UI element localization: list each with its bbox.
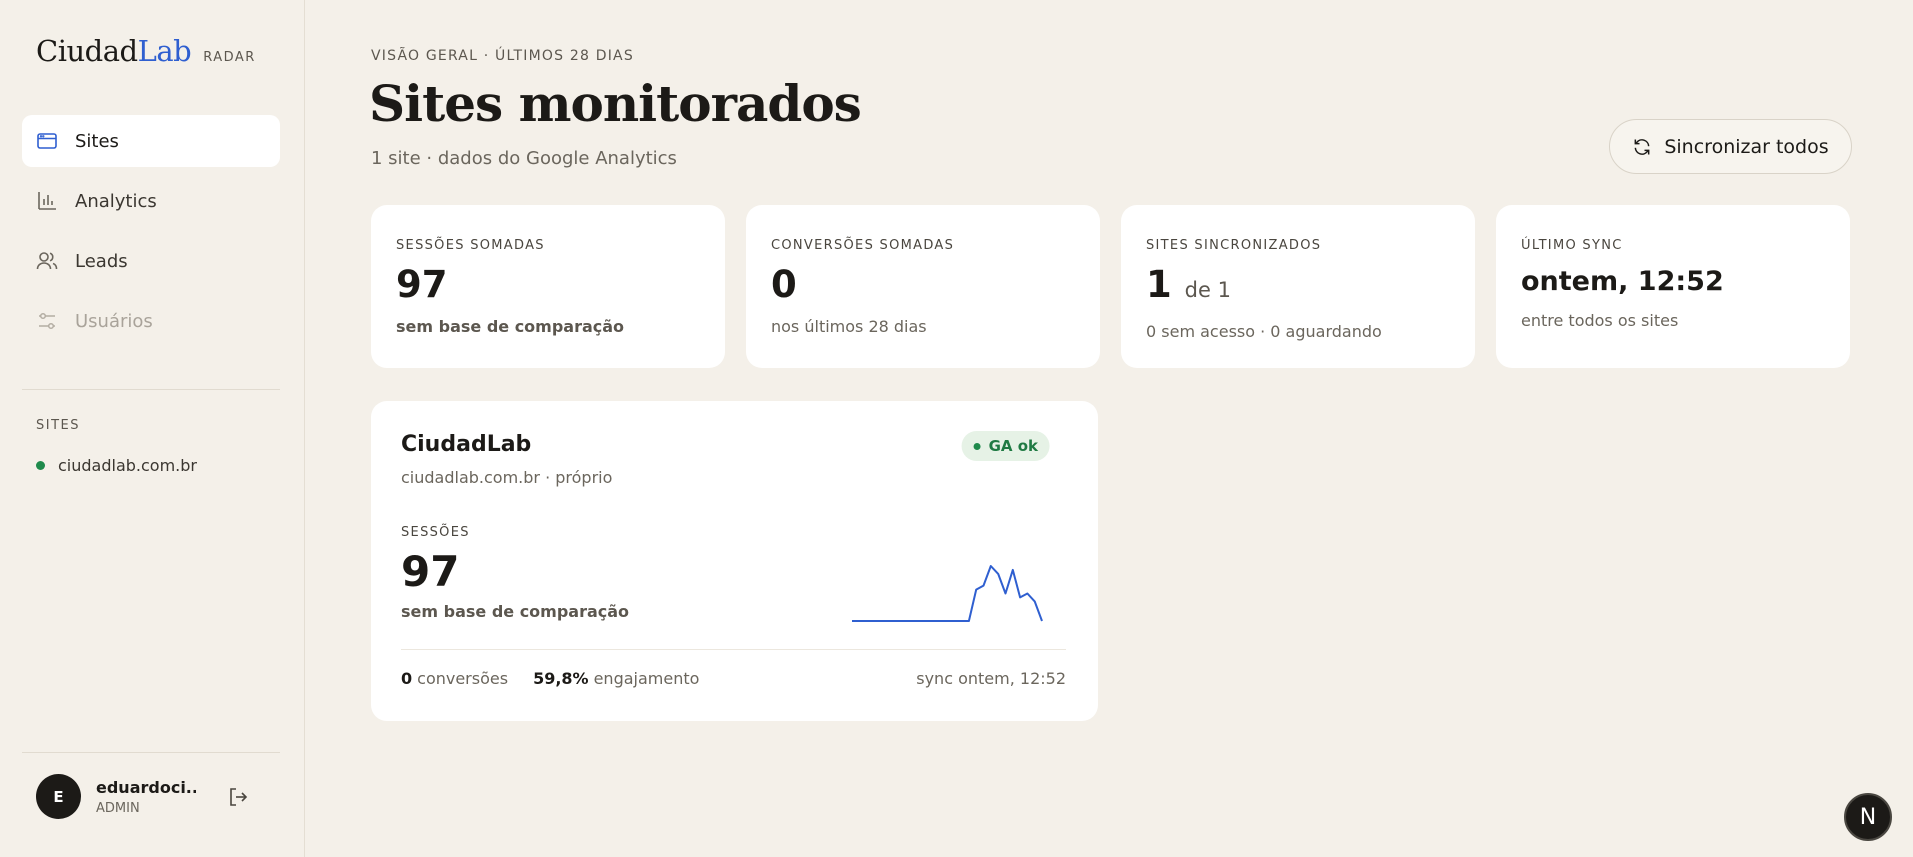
stat-label: SITES SINCRONIZADOS (1146, 238, 1322, 253)
stat-value: ontem, 12:52 (1521, 266, 1724, 297)
stat-value: 97 (396, 263, 448, 306)
logout-icon (230, 788, 248, 806)
site-card-title: CiudadLab (401, 432, 532, 457)
browser-window-icon (36, 130, 58, 152)
stat-card-sessions: SESSÕES SOMADAS 97 sem base de comparaçã… (371, 205, 725, 368)
sidebar-site-ciudadlab[interactable]: ciudadlab.com.br (36, 456, 197, 475)
metric-value: 97 (401, 547, 460, 596)
sidebar-divider (22, 389, 280, 390)
site-card-subtitle: ciudadlab.com.br · próprio (401, 468, 613, 487)
sessions-sparkline (852, 565, 1043, 622)
avatar: E (36, 774, 81, 819)
brand-wordmark: CiudadLab (36, 34, 192, 68)
nav-item-label: Leads (75, 250, 128, 272)
nav-item-sites[interactable]: Sites (22, 115, 280, 167)
conversions-stat: 0 conversões (401, 669, 509, 688)
metric-note: sem base de comparação (401, 602, 630, 621)
sliders-icon (36, 310, 58, 332)
main-nav: Sites Analytics Leads Usuários (22, 115, 280, 355)
status-badge-label: GA ok (988, 437, 1038, 455)
stat-card-last-sync: ÚLTIMO SYNC ontem, 12:52 entre todos os … (1496, 205, 1850, 368)
logout-button[interactable] (226, 785, 250, 809)
nav-item-analytics[interactable]: Analytics (22, 175, 280, 227)
user-role: ADMIN (96, 800, 140, 816)
status-badge: GA ok (961, 431, 1050, 461)
stat-value-number: 1 (1146, 263, 1172, 306)
status-dot-icon (36, 461, 45, 470)
page-eyebrow: VISÃO GERAL · ÚLTIMOS 28 DIAS (371, 48, 634, 64)
user-name: eduardoci... (96, 777, 196, 797)
nav-item-usuarios[interactable]: Usuários (22, 295, 280, 347)
stat-note: nos últimos 28 dias (771, 317, 927, 336)
card-divider (401, 649, 1066, 650)
page-title: Sites monitorados (369, 74, 862, 133)
stat-card-synced-sites: SITES SINCRONIZADOS 1 de 1 0 sem acesso … (1121, 205, 1475, 368)
user-profile[interactable]: E eduardoci... ADMIN (36, 774, 196, 819)
status-dot-icon (973, 442, 981, 450)
sidebar: CiudadLab RADAR Sites Analytics Leads Us… (0, 0, 305, 857)
site-card-footer: 0 conversões 59,8% engajamento (401, 669, 724, 688)
users-icon (36, 250, 58, 272)
stat-value: 1 de 1 (1146, 265, 1450, 310)
site-sync-time: sync ontem, 12:52 (916, 669, 1066, 688)
brand-tag: RADAR (203, 50, 256, 65)
stat-label: ÚLTIMO SYNC (1521, 238, 1623, 253)
metric-label: SESSÕES (401, 525, 470, 540)
bar-chart-icon (36, 190, 58, 212)
sync-all-button[interactable]: Sincronizar todos (1609, 119, 1852, 174)
sidebar-site-label: ciudadlab.com.br (58, 456, 197, 475)
stat-label: CONVERSÕES SOMADAS (771, 238, 955, 253)
stat-note: entre todos os sites (1521, 311, 1679, 330)
refresh-icon (1634, 138, 1650, 155)
main-content: VISÃO GERAL · ÚLTIMOS 28 DIAS Sites moni… (305, 0, 1913, 857)
stat-card-conversions: CONVERSÕES SOMADAS 0 nos últimos 28 dias (746, 205, 1100, 368)
stat-value-suffix: de 1 (1184, 278, 1231, 302)
sync-all-label: Sincronizar todos (1664, 135, 1829, 158)
sparkline-path (852, 565, 1043, 622)
stat-label: SESSÕES SOMADAS (396, 238, 545, 253)
engagement-stat: 59,8% engajamento (533, 669, 700, 688)
user-text: eduardoci... ADMIN (96, 778, 196, 816)
nav-item-label: Analytics (75, 190, 157, 212)
nav-item-label: Usuários (75, 310, 153, 332)
site-card-ciudadlab[interactable]: CiudadLab ciudadlab.com.br · próprio GA … (371, 401, 1098, 721)
brand-logo[interactable]: CiudadLab RADAR (36, 34, 256, 68)
stat-note: 0 sem acesso · 0 aguardando (1146, 322, 1382, 341)
sidebar-divider-bottom (22, 752, 280, 753)
nav-item-label: Sites (75, 130, 119, 152)
stat-value: 0 (771, 263, 797, 306)
nav-item-leads[interactable]: Leads (22, 235, 280, 287)
floating-n-button[interactable]: N (1844, 793, 1892, 841)
page-subtitle: 1 site · dados do Google Analytics (371, 148, 677, 169)
stat-note: sem base de comparação (396, 317, 625, 336)
sidebar-sites-heading: SITES (36, 418, 80, 433)
